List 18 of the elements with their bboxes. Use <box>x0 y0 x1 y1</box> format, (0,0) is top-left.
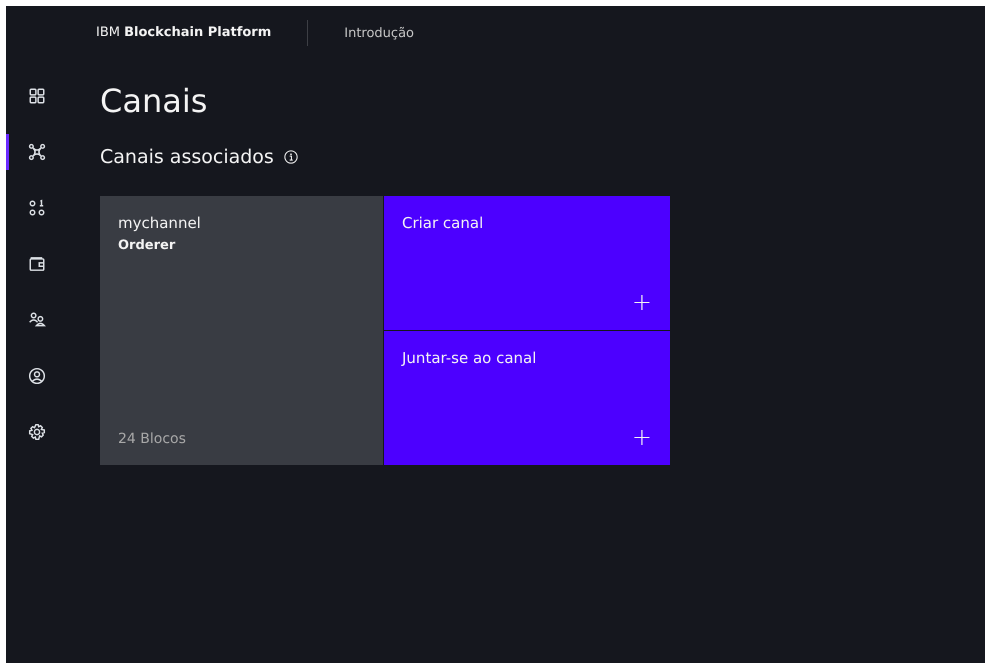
action-tile[interactable]: Juntar-se ao canal + <box>384 331 670 465</box>
channel-tile[interactable]: mychannel Orderer 24 Blocos <box>100 196 383 465</box>
nav-link[interactable]: Introdução <box>308 26 414 40</box>
wallet-icon <box>28 255 46 273</box>
users-icon <box>28 311 46 329</box>
page-title: Canais <box>100 82 208 120</box>
block-count: 24 Blocos <box>118 431 187 447</box>
user-icon <box>28 367 46 385</box>
action-tile[interactable]: Criar canal + <box>384 196 670 330</box>
channel-name: mychannel <box>118 214 202 232</box>
grid-icon <box>28 87 46 105</box>
channel-role: Orderer <box>118 238 176 253</box>
binary-icon <box>28 199 46 217</box>
settings-icon <box>28 423 46 441</box>
network-icon <box>28 143 46 161</box>
brand-title[interactable]: IBM Blockchain Platform <box>96 20 308 46</box>
section-title: Canais associados <box>100 146 274 168</box>
info-icon[interactable] <box>284 150 298 164</box>
